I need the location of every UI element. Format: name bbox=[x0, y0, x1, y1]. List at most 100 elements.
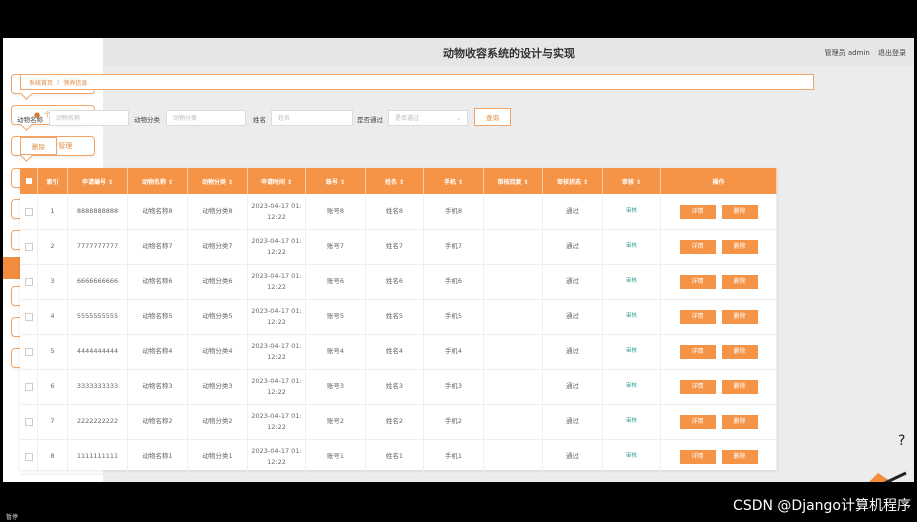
cell-reply bbox=[484, 299, 543, 334]
column-header[interactable]: 操作 bbox=[661, 168, 777, 194]
row-checkbox-cell bbox=[20, 369, 38, 404]
detail-button[interactable]: 详情 bbox=[679, 274, 716, 289]
column-header[interactable]: 审核状态 ⇕ bbox=[543, 168, 603, 194]
cell-audit[interactable]: 审核 bbox=[603, 229, 661, 264]
row-checkbox-cell bbox=[20, 229, 38, 264]
cell-state: 通过 bbox=[543, 299, 603, 334]
column-header[interactable]: 申请编号 ⇕ bbox=[68, 168, 128, 194]
row-delete-button[interactable]: 删除 bbox=[721, 309, 758, 324]
row-checkbox[interactable] bbox=[24, 207, 33, 216]
cell-idx: 3 bbox=[38, 264, 68, 299]
cell-cat: 动物分类6 bbox=[188, 264, 248, 299]
row-checkbox[interactable] bbox=[24, 417, 33, 426]
row-checkbox[interactable] bbox=[24, 277, 33, 286]
detail-button[interactable]: 详情 bbox=[679, 414, 716, 429]
cell-phone: 手机1 bbox=[424, 439, 484, 474]
cell-animal: 动物名称2 bbox=[128, 404, 188, 439]
cell-time: 2023-04-17 01: 12:22 bbox=[248, 264, 306, 299]
passed-select[interactable]: 是否通过 ⌄ bbox=[388, 110, 468, 126]
time-clock: 12:22 bbox=[267, 422, 286, 431]
table-row: 6 3333333333 动物名称3 动物分类3 2023-04-17 01: 12:22… bbox=[20, 369, 777, 405]
cell-audit[interactable]: 审核 bbox=[603, 439, 661, 474]
column-header[interactable]: 手机 ⇕ bbox=[424, 168, 484, 194]
detail-button[interactable]: 详情 bbox=[679, 379, 716, 394]
cell-audit[interactable]: 审核 bbox=[603, 404, 661, 439]
cell-phone: 手机5 bbox=[424, 299, 484, 334]
table-header: 索引 申请编号 ⇕ 动物名称 ⇕ 动物分类 ⇕ 申请时间 ⇕ 账号 ⇕ 姓名 ⇕ 手机 ⇕ 审核… bbox=[20, 168, 777, 194]
cell-phone: 手机2 bbox=[424, 404, 484, 439]
column-header[interactable]: 姓名 ⇕ bbox=[366, 168, 424, 194]
row-delete-button[interactable]: 删除 bbox=[721, 379, 758, 394]
row-delete-button[interactable]: 删除 bbox=[721, 239, 758, 254]
column-header[interactable]: 审核回复 ⇕ bbox=[484, 168, 543, 194]
row-checkbox[interactable] bbox=[24, 242, 33, 251]
row-checkbox[interactable] bbox=[24, 347, 33, 356]
row-checkbox-cell bbox=[20, 299, 38, 334]
row-checkbox[interactable] bbox=[24, 312, 33, 321]
query-button[interactable]: 查询 bbox=[474, 108, 511, 126]
cell-state: 通过 bbox=[543, 439, 603, 474]
cell-state: 通过 bbox=[543, 264, 603, 299]
cell-idx: 8 bbox=[38, 439, 68, 474]
row-delete-button[interactable]: 删除 bbox=[721, 274, 758, 289]
row-delete-button[interactable]: 删除 bbox=[721, 344, 758, 359]
row-checkbox[interactable] bbox=[24, 452, 33, 461]
row-checkbox[interactable] bbox=[24, 382, 33, 391]
time-date: 2023-04-17 01: bbox=[251, 341, 302, 350]
time-date: 2023-04-17 01: bbox=[251, 446, 302, 455]
select-all-checkbox[interactable] bbox=[20, 168, 38, 194]
cell-audit[interactable]: 审核 bbox=[603, 194, 661, 229]
name-input[interactable]: 姓名 bbox=[271, 110, 353, 126]
cell-audit[interactable]: 审核 bbox=[603, 369, 661, 404]
cell-idx: 7 bbox=[38, 404, 68, 439]
cell-no: 7777777777 bbox=[68, 229, 128, 264]
detail-button[interactable]: 详情 bbox=[679, 204, 716, 219]
delete-button[interactable]: 删除 bbox=[20, 137, 57, 155]
cell-account: 账号4 bbox=[306, 334, 366, 369]
cell-actions: 详情 删除 bbox=[661, 369, 777, 404]
column-header[interactable]: 审核 ⇕ bbox=[603, 168, 661, 194]
column-header[interactable]: 索引 bbox=[38, 168, 68, 194]
column-header[interactable]: 账号 ⇕ bbox=[306, 168, 366, 194]
cell-no: 8888888888 bbox=[68, 194, 128, 229]
detail-button[interactable]: 详情 bbox=[679, 309, 716, 324]
cell-phone: 手机7 bbox=[424, 229, 484, 264]
column-header[interactable]: 申请时间 ⇕ bbox=[248, 168, 306, 194]
cell-animal: 动物名称3 bbox=[128, 369, 188, 404]
row-delete-button[interactable]: 删除 bbox=[721, 414, 758, 429]
cell-state: 通过 bbox=[543, 404, 603, 439]
pause-label[interactable]: 暂停 bbox=[6, 512, 18, 521]
cell-audit[interactable]: 审核 bbox=[603, 334, 661, 369]
cell-no: 2222222222 bbox=[68, 404, 128, 439]
cell-actions: 详情 删除 bbox=[661, 299, 777, 334]
cell-no: 6666666666 bbox=[68, 264, 128, 299]
row-delete-button[interactable]: 删除 bbox=[721, 449, 758, 464]
row-delete-button[interactable]: 删除 bbox=[721, 204, 758, 219]
table-row: 8 1111111111 动物名称1 动物分类1 2023-04-17 01: 12:22… bbox=[20, 439, 777, 475]
cell-cat: 动物分类3 bbox=[188, 369, 248, 404]
animal-name-label: 动物名称 bbox=[17, 116, 43, 124]
animal-name-input[interactable]: 动物名称 bbox=[49, 110, 129, 126]
cell-reply bbox=[484, 439, 543, 474]
cell-idx: 5 bbox=[38, 334, 68, 369]
cell-animal: 动物名称4 bbox=[128, 334, 188, 369]
time-date: 2023-04-17 01: bbox=[251, 201, 302, 210]
cell-idx: 1 bbox=[38, 194, 68, 229]
data-table: 索引 申请编号 ⇕ 动物名称 ⇕ 动物分类 ⇕ 申请时间 ⇕ 账号 ⇕ 姓名 ⇕ 手机 ⇕ 审核… bbox=[20, 168, 777, 475]
logout-link[interactable]: 退出登录 bbox=[878, 49, 906, 57]
detail-button[interactable]: 详情 bbox=[679, 344, 716, 359]
column-header[interactable]: 动物名称 ⇕ bbox=[128, 168, 188, 194]
time-clock: 12:22 bbox=[267, 387, 286, 396]
cell-actions: 详情 删除 bbox=[661, 334, 777, 369]
breadcrumb-home[interactable]: 系统首页 bbox=[29, 78, 53, 87]
row-checkbox-cell bbox=[20, 404, 38, 439]
category-input[interactable]: 动物分类 bbox=[166, 110, 246, 126]
cell-no: 4444444444 bbox=[68, 334, 128, 369]
time-date: 2023-04-17 01: bbox=[251, 271, 302, 280]
cell-audit[interactable]: 审核 bbox=[603, 299, 661, 334]
breadcrumb-current: 领养信息 bbox=[63, 79, 88, 87]
cell-audit[interactable]: 审核 bbox=[603, 264, 661, 299]
column-header[interactable]: 动物分类 ⇕ bbox=[188, 168, 248, 194]
detail-button[interactable]: 详情 bbox=[679, 449, 716, 464]
detail-button[interactable]: 详情 bbox=[679, 239, 716, 254]
